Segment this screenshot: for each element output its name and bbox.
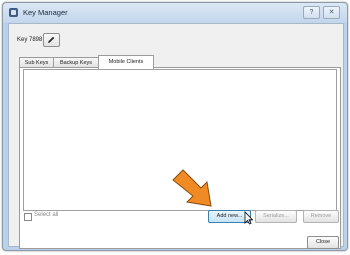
serialize-button[interactable]: Serialize... bbox=[255, 210, 297, 223]
tab-mobile-clients[interactable]: Mobile Clients bbox=[98, 55, 154, 69]
key-manager-window: Key Manager ? ✕ Key 7898 Sub Keys Backup… bbox=[2, 2, 348, 251]
edit-key-button[interactable] bbox=[43, 33, 60, 47]
remove-button[interactable]: Remove bbox=[303, 210, 339, 223]
help-button[interactable]: ? bbox=[303, 6, 320, 19]
key-manager-app-icon bbox=[9, 8, 18, 17]
checkbox[interactable] bbox=[24, 213, 32, 221]
key-label: Key 7898 bbox=[17, 37, 43, 43]
select-all-label: Select all bbox=[34, 212, 59, 218]
mouse-cursor-icon bbox=[244, 211, 254, 225]
dialog-content: Key 7898 Sub Keys Backup Keys Mobile Cli… bbox=[8, 23, 344, 249]
pencil-icon bbox=[48, 36, 55, 43]
close-button[interactable]: Close bbox=[307, 236, 339, 249]
annotation-arrow-icon bbox=[172, 169, 212, 207]
title-bar[interactable]: Key Manager ? ✕ bbox=[3, 3, 347, 23]
close-window-button[interactable]: ✕ bbox=[323, 6, 340, 19]
window-title: Key Manager bbox=[23, 8, 68, 17]
